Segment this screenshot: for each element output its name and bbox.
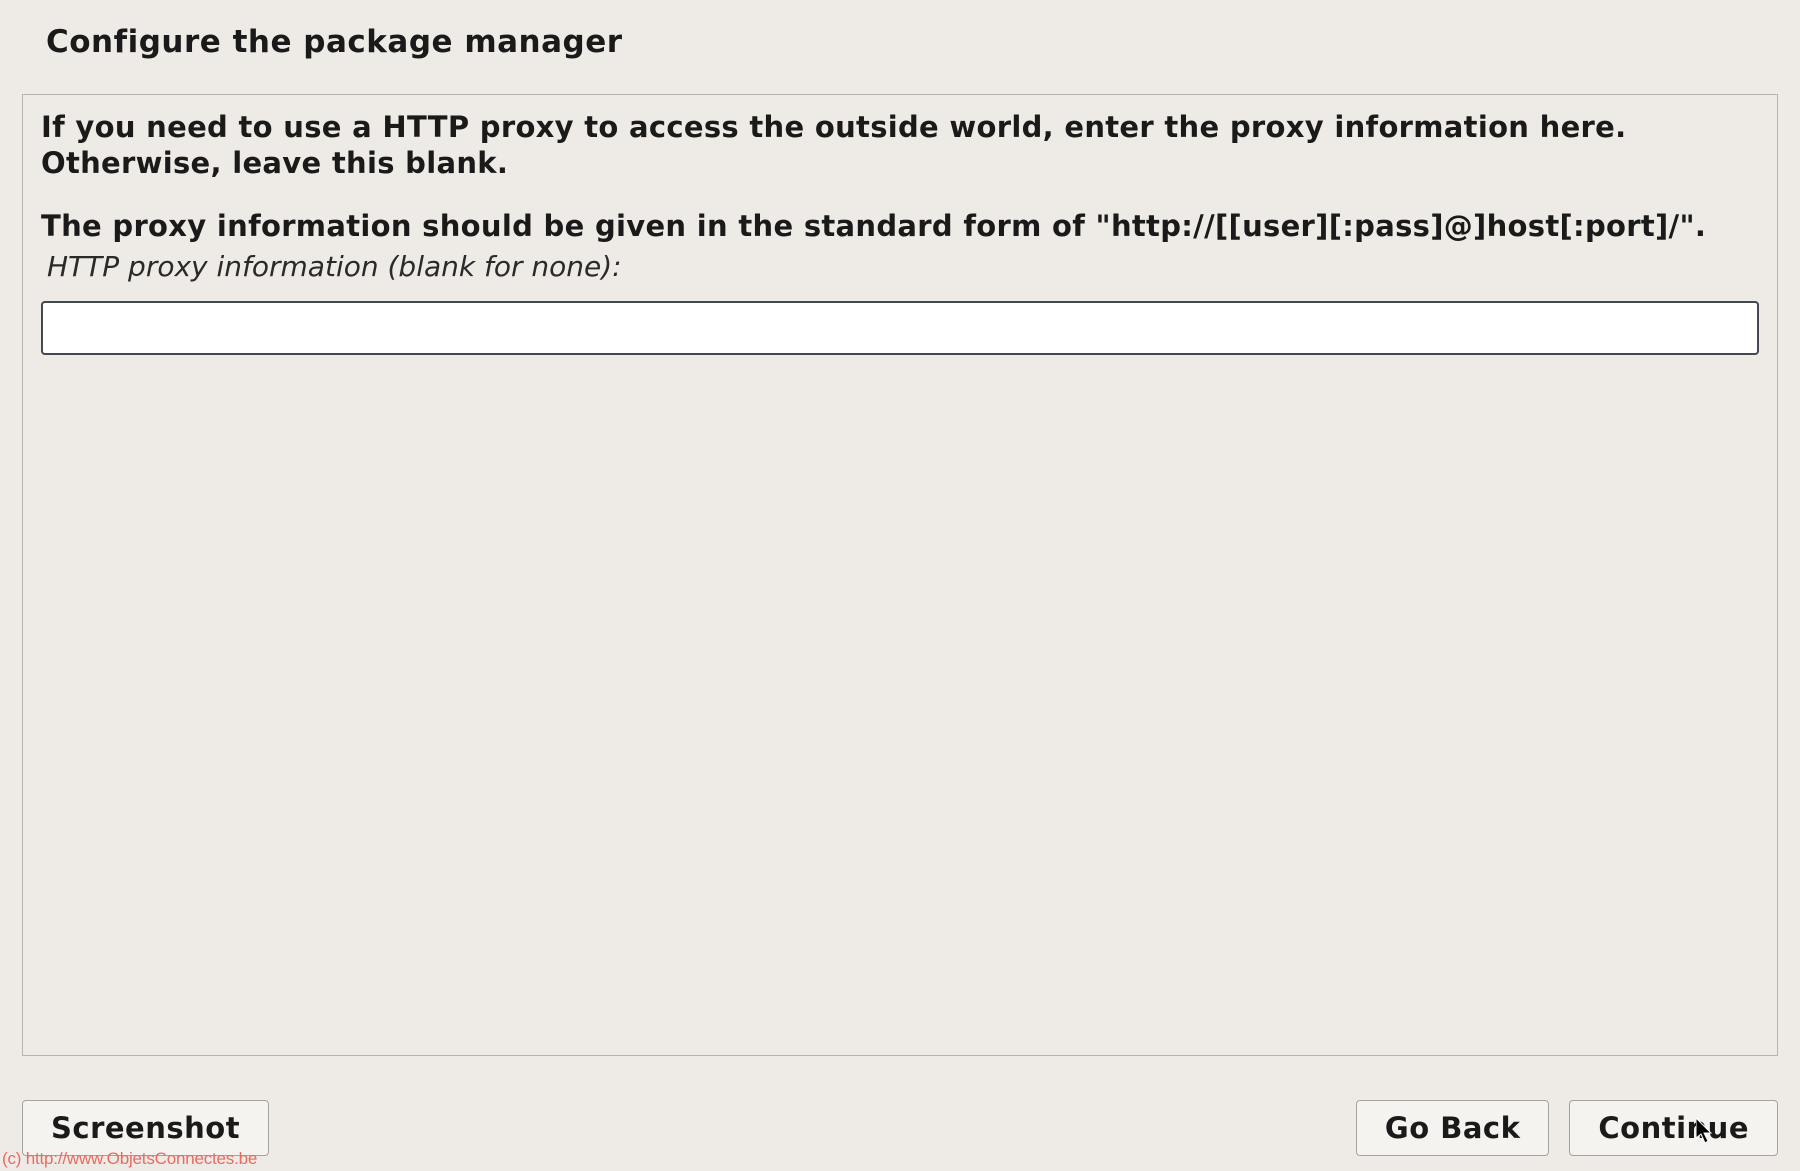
proxy-field-label: HTTP proxy information (blank for none):: [47, 250, 1759, 283]
continue-button[interactable]: Continue: [1569, 1100, 1778, 1156]
page-title: Configure the package manager: [0, 0, 1800, 60]
footer-right-group: Go Back Continue: [1356, 1100, 1778, 1156]
go-back-button[interactable]: Go Back: [1356, 1100, 1549, 1156]
http-proxy-input[interactable]: [41, 301, 1759, 355]
watermark-text: (c) http://www.ObjetsConnectes.be: [0, 1147, 259, 1171]
footer-bar: Screenshot Go Back Continue: [22, 1100, 1778, 1156]
proxy-instruction-2: The proxy information should be given in…: [41, 208, 1759, 244]
proxy-instruction-1: If you need to use a HTTP proxy to acces…: [41, 109, 1759, 182]
main-panel: If you need to use a HTTP proxy to acces…: [22, 94, 1778, 1056]
